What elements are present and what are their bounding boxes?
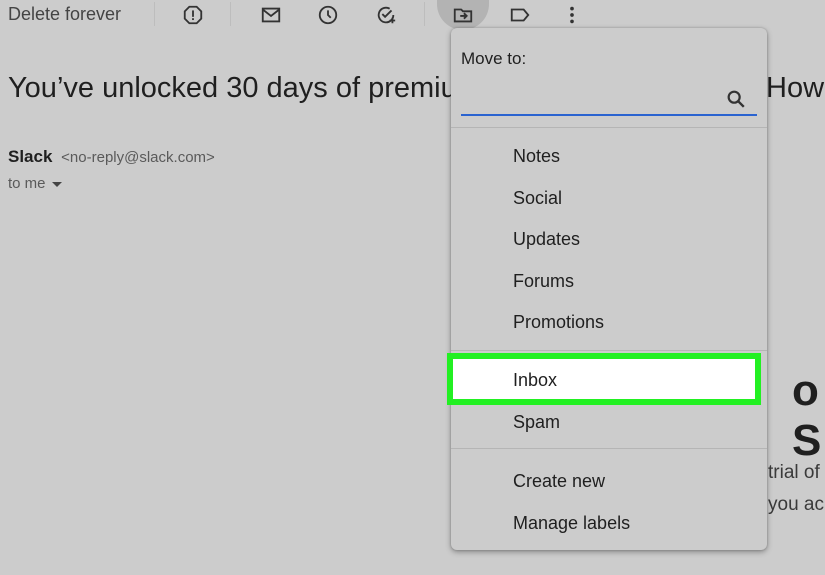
search-icon[interactable]	[725, 88, 747, 110]
menu-divider	[451, 127, 767, 128]
menu-item-label: Spam	[513, 412, 561, 432]
menu-item-manage-labels[interactable]: Manage labels	[451, 503, 767, 543]
email-body-heading: o S	[792, 366, 822, 465]
sender-name[interactable]: Slack	[8, 147, 52, 166]
email-body-line: trial of	[768, 462, 820, 483]
menu-item-promotions[interactable]: Promotions	[451, 302, 767, 342]
email-subject-tail: How	[766, 72, 825, 104]
toolbar-divider	[154, 2, 155, 26]
label-search-field	[461, 80, 757, 116]
caret-down-icon[interactable]	[51, 182, 62, 187]
report-spam-icon[interactable]	[180, 2, 206, 28]
menu-item-label: Manage labels	[513, 513, 631, 533]
menu-item-label: Notes	[513, 146, 561, 166]
menu-item-create-new[interactable]: Create new	[451, 461, 767, 501]
add-to-tasks-icon[interactable]	[373, 2, 399, 28]
recipient-details-toggle[interactable]: to me	[8, 175, 62, 192]
menu-item-label: Forums	[513, 271, 575, 291]
move-to-title: Move to:	[461, 49, 527, 68]
email-body-line: you ac	[768, 494, 824, 515]
snooze-icon[interactable]	[315, 2, 341, 28]
move-to-menu: Move to: Notes Social Updates Forums Pro…	[447, 28, 767, 550]
menu-divider	[451, 350, 767, 351]
mark-unread-icon[interactable]	[258, 2, 284, 28]
menu-item-spam[interactable]: Spam	[451, 402, 767, 442]
menu-item-social[interactable]: Social	[451, 178, 767, 218]
menu-item-forums[interactable]: Forums	[451, 261, 767, 301]
toolbar-divider	[230, 2, 231, 26]
email-subject: You’ve unlocked 30 days of premiu	[8, 72, 457, 104]
sender-line: Slack <no-reply@slack.com>	[8, 147, 215, 167]
menu-item-label: Create new	[513, 471, 606, 491]
label-icon[interactable]	[507, 2, 533, 28]
menu-item-label: Promotions	[513, 312, 605, 332]
menu-divider	[451, 448, 767, 449]
label-search-input[interactable]	[461, 80, 725, 112]
sender-email: <no-reply@slack.com>	[61, 149, 215, 166]
delete-forever-button[interactable]: Delete forever	[8, 4, 121, 25]
menu-item-label: Updates	[513, 229, 581, 249]
menu-item-inbox[interactable]: Inbox	[451, 360, 767, 400]
more-options-icon[interactable]	[559, 2, 585, 28]
menu-item-label: Inbox	[513, 370, 558, 390]
toolbar: Delete forever	[0, 0, 825, 30]
toolbar-divider	[424, 2, 425, 26]
menu-item-updates[interactable]: Updates	[451, 219, 767, 259]
to-me-label: to me	[8, 175, 46, 192]
move-to-icon[interactable]	[450, 2, 476, 28]
menu-item-notes[interactable]: Notes	[451, 136, 767, 176]
menu-item-label: Social	[513, 188, 563, 208]
